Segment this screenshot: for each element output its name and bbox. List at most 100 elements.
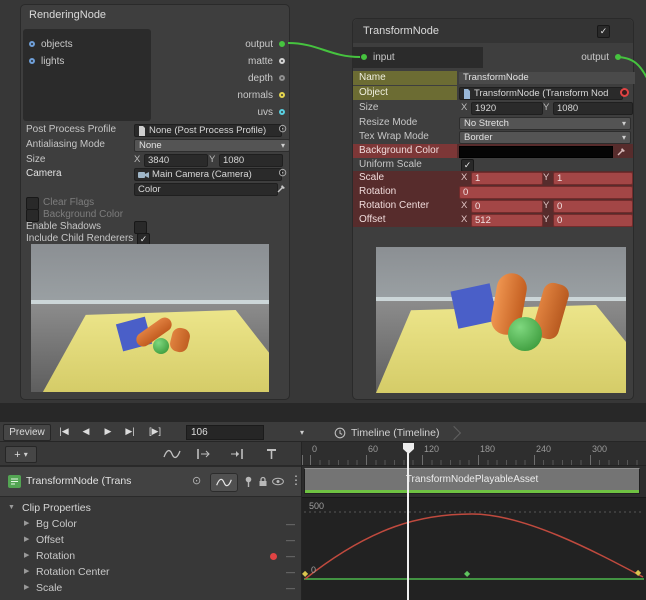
port-input[interactable]: input xyxy=(361,50,395,64)
port-normals[interactable]: normals xyxy=(237,88,285,102)
size-x-input[interactable]: 3840 xyxy=(144,154,208,167)
foldout-open-icon[interactable]: ▼ xyxy=(8,500,15,516)
eyedropper-icon[interactable] xyxy=(277,183,287,193)
node-graph-canvas[interactable]: RenderingNode objects lights output matt… xyxy=(0,0,646,403)
preview-green-sphere xyxy=(153,338,169,354)
foldout-closed-icon[interactable]: ▶ xyxy=(24,516,29,532)
foldout-closed-icon[interactable]: ▶ xyxy=(24,548,29,564)
rotation-center-y-input[interactable]: 0 xyxy=(553,200,633,213)
name-value: TransformNode xyxy=(463,72,529,83)
port-dot-lights[interactable] xyxy=(29,58,35,64)
post-process-object-field[interactable]: None (Post Process Profile) xyxy=(134,124,282,137)
object-field[interactable]: TransformNode (Transform Nod xyxy=(459,87,623,100)
port-dot-matte[interactable] xyxy=(279,58,285,64)
play-button[interactable]: ▶ xyxy=(98,424,118,439)
port-objects[interactable]: objects xyxy=(29,37,73,51)
frame-field[interactable]: 106 xyxy=(186,425,264,440)
track-curves-button[interactable] xyxy=(210,473,238,492)
size-y-input[interactable]: 1080 xyxy=(219,154,283,167)
marker-track-toggle-icon[interactable] xyxy=(266,448,277,460)
row-label: Size xyxy=(26,153,45,167)
offset-x-input[interactable]: 512 xyxy=(471,214,543,227)
playhead-line[interactable] xyxy=(407,453,409,600)
resize-mode-dropdown[interactable]: No Stretch ▾ xyxy=(459,117,631,130)
port-depth[interactable]: depth xyxy=(248,71,285,85)
kebab-menu-icon[interactable]: ⋮ xyxy=(290,474,302,486)
size-x-input[interactable]: 1920 xyxy=(471,102,543,115)
scale-y-input[interactable]: 1 xyxy=(553,172,633,185)
port-dot-output[interactable] xyxy=(615,54,621,60)
replace-edit-icon[interactable] xyxy=(228,448,244,460)
curve-legend-dash: — xyxy=(286,580,295,596)
options-chevron-icon[interactable]: ▾ xyxy=(300,429,304,437)
port-uvs[interactable]: uvs xyxy=(257,105,285,119)
preview-toggle-button[interactable]: Preview xyxy=(3,424,51,441)
foldout-closed-icon[interactable]: ▶ xyxy=(24,564,29,580)
port-lights[interactable]: lights xyxy=(29,54,64,68)
property-row-bg-color[interactable]: ▶ Bg Color — xyxy=(0,516,301,532)
property-row-rotation[interactable]: ▶ Rotation — xyxy=(0,548,301,564)
pin-icon[interactable] xyxy=(244,476,253,488)
record-indicator-icon[interactable] xyxy=(620,88,629,97)
port-dot-normals[interactable] xyxy=(279,92,285,98)
goto-start-button[interactable]: |◀ xyxy=(54,424,74,439)
port-dot-objects[interactable] xyxy=(29,41,35,47)
color-field[interactable]: Color xyxy=(134,183,278,196)
track-object-picker-icon[interactable]: ⊙ xyxy=(192,476,201,487)
previous-frame-button[interactable]: ◀ xyxy=(76,424,96,439)
port-dot-depth[interactable] xyxy=(279,75,285,81)
curves-view-icon[interactable] xyxy=(163,448,181,460)
port-dot-uvs[interactable] xyxy=(279,109,285,115)
track-name: TransformNode (Trans xyxy=(26,475,188,487)
timeline-breadcrumb[interactable]: Timeline (Timeline) xyxy=(334,425,459,440)
next-frame-button[interactable]: ▶| xyxy=(120,424,140,439)
port-output[interactable]: output xyxy=(245,37,285,51)
add-track-button[interactable]: + ▾ xyxy=(5,446,37,463)
play-range-button[interactable]: [▶] xyxy=(142,424,168,439)
curve-editor[interactable]: 500 0 ◆ ◆ ◆ xyxy=(302,497,646,600)
foldout-closed-icon[interactable]: ▶ xyxy=(24,532,29,548)
port-label: objects xyxy=(41,39,73,50)
property-row-scale[interactable]: ▶ Scale — xyxy=(0,580,301,596)
name-input[interactable]: TransformNode xyxy=(459,72,635,84)
preview-green-sphere xyxy=(508,317,542,351)
curve-max-label: 500 xyxy=(309,501,324,511)
antialiasing-dropdown[interactable]: None ▾ xyxy=(134,139,290,152)
track-header[interactable]: TransformNode (Trans ⊙ ⋮ xyxy=(0,466,301,497)
rotation-input[interactable]: 0 xyxy=(459,186,633,199)
camera-object-field[interactable]: Main Camera (Camera) xyxy=(134,168,282,181)
node-enabled-checkbox[interactable]: ✓ xyxy=(597,25,610,38)
eyedropper-icon[interactable] xyxy=(617,146,627,156)
object-picker-icon[interactable]: ⊙ xyxy=(278,168,287,179)
clip-properties-header[interactable]: ▼ Clip Properties xyxy=(0,500,301,516)
ruler-label: 300 xyxy=(592,444,607,454)
port-dot-output[interactable] xyxy=(279,41,285,47)
ripple-edit-icon[interactable] xyxy=(196,448,212,460)
port-dot-input[interactable] xyxy=(361,54,367,60)
port-matte[interactable]: matte xyxy=(248,54,285,68)
property-row-offset[interactable]: ▶ Offset — xyxy=(0,532,301,548)
transform-node[interactable]: TransformNode ✓ input output Name Transf… xyxy=(352,18,634,400)
keyframe-diamond[interactable]: ◆ xyxy=(635,569,641,577)
property-row-rotation-center[interactable]: ▶ Rotation Center — xyxy=(0,564,301,580)
timeline-window: Timeline Animation Console Preview |◀ ◀ … xyxy=(0,403,646,600)
keyframe-diamond[interactable]: ◆ xyxy=(464,570,470,578)
tex-wrap-mode-dropdown[interactable]: Border ▾ xyxy=(459,131,631,144)
time-ruler[interactable]: 0 60 120 180 240 300 xyxy=(302,442,646,466)
timeline-asset-icon xyxy=(334,427,346,439)
keyframe-diamond[interactable]: ◆ xyxy=(302,570,308,578)
rotation-center-x-input[interactable]: 0 xyxy=(471,200,543,213)
row-uniform-scale: Uniform Scale ✓ xyxy=(353,158,633,171)
timeline-clip[interactable]: TransformNodePlayableAsset xyxy=(304,468,640,494)
rendering-node[interactable]: RenderingNode objects lights output matt… xyxy=(20,4,290,400)
row-antialiasing: Antialiasing Mode None ▾ xyxy=(21,138,289,152)
background-color-swatch[interactable] xyxy=(459,146,613,158)
eye-icon[interactable] xyxy=(272,477,284,486)
foldout-closed-icon[interactable]: ▶ xyxy=(24,580,29,596)
lock-icon[interactable] xyxy=(258,476,268,487)
scale-x-input[interactable]: 1 xyxy=(471,172,543,185)
offset-y-input[interactable]: 0 xyxy=(553,214,633,227)
size-y-input[interactable]: 1080 xyxy=(553,102,633,115)
object-picker-icon[interactable]: ⊙ xyxy=(278,124,287,135)
port-output[interactable]: output xyxy=(581,50,621,64)
